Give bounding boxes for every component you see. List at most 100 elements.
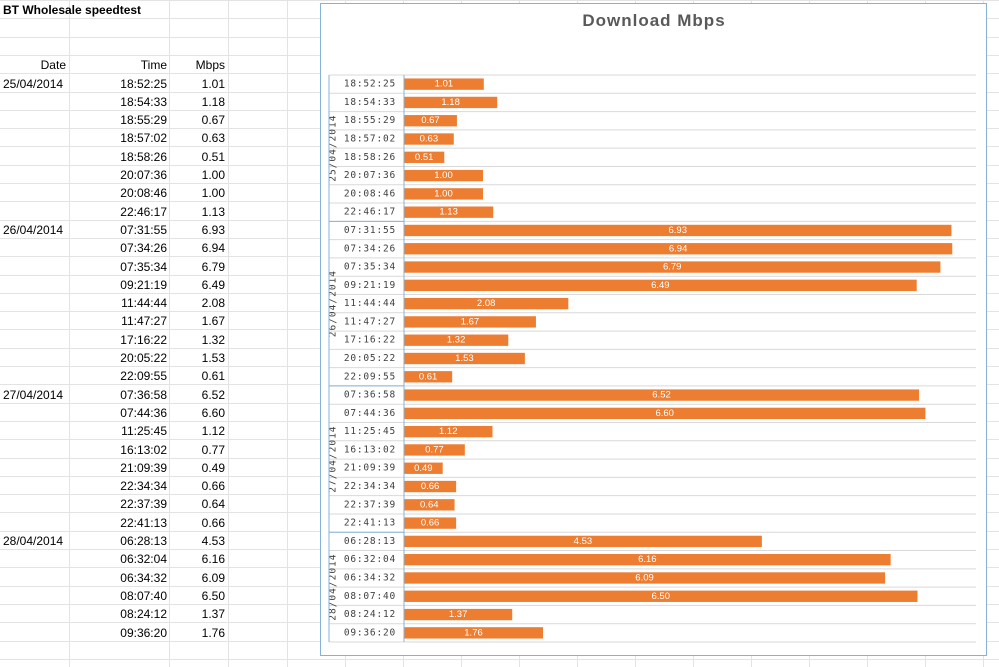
chart-title: Download Mbps <box>582 11 725 30</box>
category-tick-label: 11:44:44 <box>344 298 396 309</box>
bar-data-label: 0.64 <box>420 499 439 510</box>
time-cell[interactable]: 20:08:46 <box>69 184 167 202</box>
mbps-cell[interactable]: 6.60 <box>169 404 225 422</box>
time-cell[interactable]: 08:07:40 <box>69 587 167 605</box>
category-tick-label: 22:09:55 <box>344 371 396 382</box>
time-cell[interactable]: 11:47:27 <box>69 312 167 330</box>
category-tick-label: 20:05:22 <box>344 353 396 364</box>
time-cell[interactable]: 07:44:36 <box>69 404 167 422</box>
mbps-cell[interactable]: 0.66 <box>169 477 225 495</box>
date-cell[interactable]: 26/04/2014 <box>3 221 69 239</box>
time-cell[interactable]: 22:46:17 <box>69 203 167 221</box>
mbps-cell[interactable]: 0.63 <box>169 129 225 147</box>
bar-data-label: 4.53 <box>574 536 593 547</box>
mbps-cell[interactable]: 2.08 <box>169 294 225 312</box>
category-tick-label: 07:34:26 <box>344 243 396 254</box>
date-cell[interactable]: 28/04/2014 <box>3 532 69 550</box>
time-cell[interactable]: 20:07:36 <box>69 166 167 184</box>
mbps-cell[interactable]: 6.94 <box>169 239 225 257</box>
mbps-cell[interactable]: 1.01 <box>169 75 225 93</box>
time-cell[interactable]: 22:41:13 <box>69 514 167 532</box>
header-time[interactable]: Time <box>69 56 167 74</box>
time-cell[interactable]: 07:36:58 <box>69 386 167 404</box>
mbps-cell[interactable]: 1.13 <box>169 203 225 221</box>
time-cell[interactable]: 09:36:20 <box>69 624 167 642</box>
time-cell[interactable]: 20:05:22 <box>69 349 167 367</box>
category-tick-label: 11:47:27 <box>344 316 396 327</box>
time-cell[interactable]: 18:58:26 <box>69 148 167 166</box>
mbps-cell[interactable]: 0.51 <box>169 148 225 166</box>
time-cell[interactable]: 07:34:26 <box>69 239 167 257</box>
time-cell[interactable]: 18:57:02 <box>69 129 167 147</box>
header-mbps[interactable]: Mbps <box>169 56 225 74</box>
download-chart[interactable]: Download Mbps 25/04/2014 18:52:25 1.01 18:54… <box>320 3 987 656</box>
bar-data-label: 6.52 <box>652 390 671 401</box>
time-cell[interactable]: 06:34:32 <box>69 569 167 587</box>
time-cell[interactable]: 17:16:22 <box>69 331 167 349</box>
bar-data-label: 1.12 <box>439 426 458 437</box>
category-tick-label: 08:24:12 <box>344 609 396 620</box>
mbps-cell[interactable]: 6.52 <box>169 386 225 404</box>
date-cell[interactable]: 25/04/2014 <box>3 75 69 93</box>
bar-data-label: 6.50 <box>652 591 671 602</box>
mbps-cell[interactable]: 1.37 <box>169 605 225 623</box>
time-cell[interactable]: 18:52:25 <box>69 75 167 93</box>
sheet-title[interactable]: BT Wholesale speedtest <box>3 1 203 19</box>
time-cell[interactable]: 16:13:02 <box>69 441 167 459</box>
bar-data-label: 6.79 <box>663 262 682 273</box>
mbps-cell[interactable]: 1.18 <box>169 93 225 111</box>
mbps-cell[interactable]: 0.66 <box>169 514 225 532</box>
mbps-cell[interactable]: 1.76 <box>169 624 225 642</box>
header-date[interactable]: Date <box>0 56 66 74</box>
bar-data-label: 1.76 <box>464 627 483 638</box>
time-cell[interactable]: 11:44:44 <box>69 294 167 312</box>
time-cell[interactable]: 18:54:33 <box>69 93 167 111</box>
bar-data-label: 1.00 <box>434 170 453 181</box>
mbps-cell[interactable]: 1.12 <box>169 422 225 440</box>
time-cell[interactable]: 18:55:29 <box>69 111 167 129</box>
mbps-cell[interactable]: 6.50 <box>169 587 225 605</box>
category-tick-label: 07:36:58 <box>344 390 396 401</box>
mbps-cell[interactable]: 6.09 <box>169 569 225 587</box>
mbps-cell[interactable]: 4.53 <box>169 532 225 550</box>
category-tick-label: 17:16:22 <box>344 335 396 346</box>
mbps-cell[interactable]: 1.53 <box>169 349 225 367</box>
time-cell[interactable]: 07:35:34 <box>69 258 167 276</box>
mbps-cell[interactable]: 6.79 <box>169 258 225 276</box>
time-cell[interactable]: 22:37:39 <box>69 495 167 513</box>
time-cell[interactable]: 08:24:12 <box>69 605 167 623</box>
mbps-cell[interactable]: 0.64 <box>169 495 225 513</box>
category-tick-label: 07:35:34 <box>344 262 396 273</box>
bar-data-label: 6.60 <box>655 408 674 419</box>
category-tick-label: 18:57:02 <box>344 134 396 145</box>
bar-data-label: 1.37 <box>449 609 468 620</box>
time-cell[interactable]: 22:34:34 <box>69 477 167 495</box>
time-cell[interactable]: 21:09:39 <box>69 459 167 477</box>
date-cell[interactable]: 27/04/2014 <box>3 386 69 404</box>
category-tick-label: 20:07:36 <box>344 170 396 181</box>
bar-data-label: 1.53 <box>455 353 474 364</box>
bar-data-label: 0.63 <box>420 134 439 145</box>
time-cell[interactable]: 22:09:55 <box>69 367 167 385</box>
time-cell[interactable]: 09:21:19 <box>69 276 167 294</box>
mbps-cell[interactable]: 1.00 <box>169 184 225 202</box>
mbps-cell[interactable]: 6.93 <box>169 221 225 239</box>
bar-data-label: 0.51 <box>415 152 434 163</box>
time-cell[interactable]: 06:32:04 <box>69 550 167 568</box>
category-tick-label: 22:37:39 <box>344 499 396 510</box>
mbps-cell[interactable]: 0.49 <box>169 459 225 477</box>
mbps-cell[interactable]: 0.61 <box>169 367 225 385</box>
category-tick-label: 22:46:17 <box>344 207 396 218</box>
mbps-cell[interactable]: 1.32 <box>169 331 225 349</box>
mbps-cell[interactable]: 6.49 <box>169 276 225 294</box>
category-tick-label: 06:28:13 <box>344 536 396 547</box>
time-cell[interactable]: 11:25:45 <box>69 422 167 440</box>
time-cell[interactable]: 07:31:55 <box>69 221 167 239</box>
mbps-cell[interactable]: 1.00 <box>169 166 225 184</box>
time-cell[interactable]: 06:28:13 <box>69 532 167 550</box>
mbps-cell[interactable]: 1.67 <box>169 312 225 330</box>
mbps-cell[interactable]: 6.16 <box>169 550 225 568</box>
bar-data-label: 6.93 <box>668 225 687 236</box>
mbps-cell[interactable]: 0.67 <box>169 111 225 129</box>
mbps-cell[interactable]: 0.77 <box>169 441 225 459</box>
